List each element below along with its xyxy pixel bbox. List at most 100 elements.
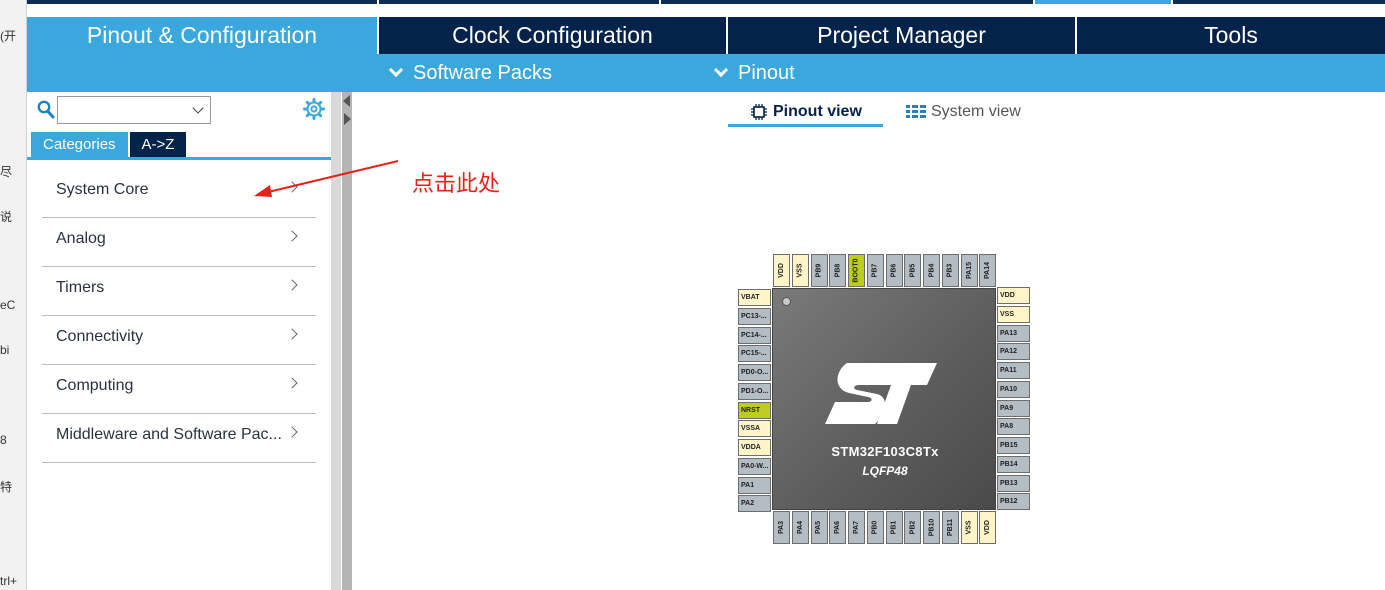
software-packs-label: Software Packs: [413, 61, 552, 84]
pin-pb15[interactable]: PB15: [997, 437, 1030, 454]
sub-menu-bar: Software Packs Pinout: [27, 54, 1385, 92]
category-label: Timers: [56, 279, 105, 296]
pin-label: VSS: [965, 520, 973, 535]
pin-pb13[interactable]: PB13: [997, 474, 1030, 492]
category-list: System Core Analog Timers Connectivity C…: [42, 169, 316, 463]
pin-pc13[interactable]: PC13-...: [738, 307, 771, 325]
pin-vdda[interactable]: VDDA: [738, 439, 771, 456]
category-connectivity[interactable]: Connectivity: [42, 316, 316, 365]
pin-vss[interactable]: VSS: [791, 254, 809, 287]
pin-label: BOOT0: [853, 258, 860, 283]
pin-vssa[interactable]: VSSA: [738, 420, 771, 438]
pin-pa1[interactable]: PA1: [738, 476, 771, 494]
pin-pb1[interactable]: PB1: [885, 511, 903, 544]
pin-pb2[interactable]: PB2: [904, 511, 922, 544]
pin-pa9[interactable]: PA9: [997, 399, 1030, 417]
pinout-menu[interactable]: Pinout: [713, 54, 795, 92]
pin-label: VSS: [796, 263, 804, 278]
pin-vbat[interactable]: VBAT: [738, 289, 771, 306]
pin-label: PC15-...: [741, 350, 767, 358]
pin-pa14[interactable]: PA14: [979, 254, 997, 287]
pin-pa2[interactable]: PA2: [738, 495, 771, 513]
pin-vss[interactable]: VSS: [997, 305, 1030, 323]
category-analog[interactable]: Analog: [42, 218, 316, 267]
pin-vdd[interactable]: VDD: [773, 254, 790, 287]
chevron-down-icon: [192, 102, 204, 114]
chevron-down-icon: [388, 62, 404, 78]
pin-pb0[interactable]: PB0: [866, 511, 884, 544]
pin-pa11[interactable]: PA11: [997, 362, 1030, 379]
pin-pa15[interactable]: PA15: [960, 254, 978, 287]
collapse-left-icon[interactable]: [343, 95, 350, 107]
pin-pd1-o[interactable]: PD1-O...: [738, 382, 771, 400]
pin-label: PB14: [1000, 460, 1018, 468]
pin-pb4[interactable]: PB4: [923, 254, 940, 287]
pin-pb8[interactable]: PB8: [829, 254, 847, 287]
pin-boot0[interactable]: BOOT0: [848, 254, 865, 287]
top-strip-segment: [661, 0, 1033, 4]
pin-vss[interactable]: VSS: [960, 511, 978, 544]
category-middleware[interactable]: Middleware and Software Pac...: [42, 414, 316, 463]
pin-pd0-o[interactable]: PD0-O...: [738, 364, 771, 381]
tab-categories[interactable]: Categories: [31, 132, 128, 157]
pin-pb12[interactable]: PB12: [997, 493, 1030, 511]
gear-icon[interactable]: [303, 98, 325, 120]
expand-right-icon[interactable]: [344, 113, 351, 125]
pin-pc15[interactable]: PC15-...: [738, 345, 771, 363]
pin-pa8[interactable]: PA8: [997, 418, 1030, 436]
pin-pb6[interactable]: PB6: [885, 254, 903, 287]
pin-vdd[interactable]: VDD: [979, 511, 997, 544]
pin-label: PA7: [852, 520, 860, 535]
tab-system-view[interactable]: System view: [906, 98, 1021, 126]
search-input[interactable]: [57, 96, 211, 124]
pin-pa4[interactable]: PA4: [791, 511, 809, 544]
grid-icon: [906, 105, 926, 118]
search-icon[interactable]: [37, 100, 55, 120]
search-row: [35, 96, 325, 124]
tab-clock-configuration[interactable]: Clock Configuration: [379, 17, 728, 54]
tab-project-manager[interactable]: Project Manager: [728, 17, 1077, 54]
pin-pa12[interactable]: PA12: [997, 343, 1030, 361]
tab-a-z[interactable]: A->Z: [129, 132, 187, 157]
pin-label: VDD: [1000, 292, 1015, 299]
tab-pinout-configuration[interactable]: Pinout & Configuration: [27, 17, 379, 54]
category-label: System Core: [56, 181, 149, 198]
pin-pc14[interactable]: PC14-...: [738, 326, 771, 344]
tab-tools[interactable]: Tools: [1077, 17, 1385, 54]
pin-pb10[interactable]: PB10: [923, 511, 940, 544]
pin-pb5[interactable]: PB5: [904, 254, 922, 287]
category-label: Connectivity: [56, 328, 144, 345]
pin-label: PA9: [1000, 404, 1014, 412]
pin-label: PA8: [1000, 423, 1014, 431]
pin-pa5[interactable]: PA5: [810, 511, 828, 544]
pin-pb7[interactable]: PB7: [866, 254, 884, 287]
pin-pb9[interactable]: PB9: [810, 254, 828, 287]
pin-nrst[interactable]: NRST: [738, 401, 771, 419]
top-strip: [27, 0, 1385, 17]
pin-pa6[interactable]: PA6: [829, 511, 847, 544]
pin-pb11[interactable]: PB11: [941, 511, 959, 544]
chip-icon: [751, 104, 767, 120]
category-timers[interactable]: Timers: [42, 267, 316, 316]
pin-label: VDD: [984, 520, 992, 535]
pin-pa3[interactable]: PA3: [773, 511, 790, 544]
pin-label: PB0: [871, 520, 879, 535]
st-logo: [825, 363, 937, 424]
pin-label: PB5: [909, 263, 917, 278]
pin-vdd[interactable]: VDD: [997, 287, 1030, 304]
pin-pa0-w[interactable]: PA0-W...: [738, 457, 771, 475]
top-strip-segment: [27, 0, 377, 4]
pin-pa7[interactable]: PA7: [848, 511, 865, 544]
pin-pa10[interactable]: PA10: [997, 380, 1030, 398]
category-computing[interactable]: Computing: [42, 365, 316, 414]
software-packs-menu[interactable]: Software Packs: [388, 54, 552, 92]
background-text: 8: [0, 433, 7, 447]
pin-pb14[interactable]: PB14: [997, 455, 1030, 473]
pin-label: PA2: [741, 500, 755, 508]
background-text: 尽: [0, 165, 13, 179]
tab-pinout-view[interactable]: Pinout view: [750, 98, 862, 126]
category-label: Middleware and Software Pac...: [56, 426, 282, 443]
pin-pb3[interactable]: PB3: [941, 254, 959, 287]
pin-pa13[interactable]: PA13: [997, 324, 1030, 342]
chip-name: STM32F103C8Tx: [831, 444, 939, 459]
